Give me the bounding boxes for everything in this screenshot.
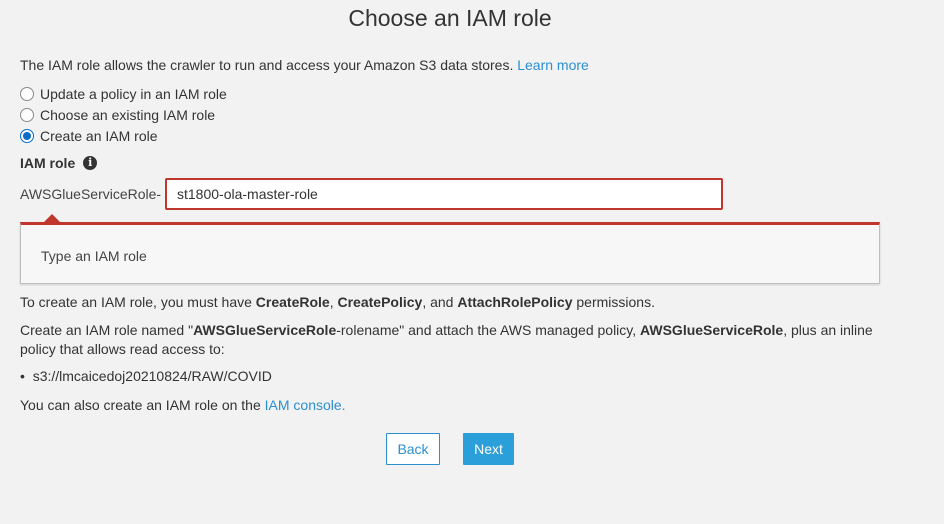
permissions-post: permissions.	[576, 294, 655, 310]
option-create-role-label: Create an IAM role	[40, 128, 158, 144]
validation-error-box: Type an IAM role	[20, 222, 880, 284]
back-button[interactable]: Back	[386, 433, 440, 465]
validation-error-message: Type an IAM role	[41, 248, 147, 264]
radio-create-role[interactable]	[20, 129, 34, 143]
create-info-policy-name: AWSGlueServiceRole	[640, 322, 784, 338]
console-text: You can also create an IAM role on the I…	[20, 396, 900, 415]
s3-path: s3://lmcaicedoj20210824/RAW/COVID	[32, 368, 272, 384]
permissions-sep1: ,	[329, 294, 334, 310]
create-info-pre: Create an IAM role named "	[20, 322, 194, 338]
create-info-mid: -rolename" and attach the AWS managed po…	[336, 322, 637, 338]
console-pre: You can also create an IAM role on the	[20, 397, 261, 413]
create-role-info: Create an IAM role named "AWSGlueService…	[20, 321, 900, 359]
learn-more-link[interactable]: Learn more	[517, 57, 589, 73]
option-create-role[interactable]: Create an IAM role	[20, 128, 158, 144]
create-info-role-name: AWSGlueServiceRole	[193, 322, 337, 338]
option-choose-existing-label: Choose an existing IAM role	[40, 107, 216, 123]
radio-update-policy[interactable]	[20, 87, 34, 101]
iam-role-label: IAM role i	[20, 155, 98, 171]
radio-choose-existing[interactable]	[20, 108, 34, 122]
iam-role-input[interactable]	[165, 178, 723, 210]
error-arrow	[44, 214, 60, 222]
permission-create-policy: CreatePolicy	[337, 294, 423, 310]
permissions-pre: To create an IAM role, you must have	[20, 294, 252, 310]
s3-path-list-item: • s3://lmcaicedoj20210824/RAW/COVID	[20, 368, 272, 384]
info-icon[interactable]: i	[83, 156, 98, 170]
iam-console-link[interactable]: IAM console.	[265, 397, 346, 413]
option-update-policy-label: Update a policy in an IAM role	[40, 86, 227, 102]
role-prefix: AWSGlueServiceRole-	[20, 186, 162, 202]
permission-create-role: CreateRole	[255, 294, 330, 310]
page-title: Choose an IAM role	[348, 5, 552, 31]
intro-description: The IAM role allows the crawler to run a…	[20, 57, 514, 73]
bullet-dot: •	[20, 368, 33, 384]
permissions-text: To create an IAM role, you must have Cre…	[20, 293, 900, 312]
option-update-policy[interactable]: Update a policy in an IAM role	[20, 86, 227, 102]
next-button[interactable]: Next	[463, 433, 514, 465]
intro-text: The IAM role allows the crawler to run a…	[20, 57, 589, 73]
permission-attach-role-policy: AttachRolePolicy	[457, 294, 573, 310]
permissions-sep2: , and	[422, 294, 454, 310]
iam-role-label-text: IAM role	[20, 155, 76, 171]
option-choose-existing[interactable]: Choose an existing IAM role	[20, 107, 215, 123]
